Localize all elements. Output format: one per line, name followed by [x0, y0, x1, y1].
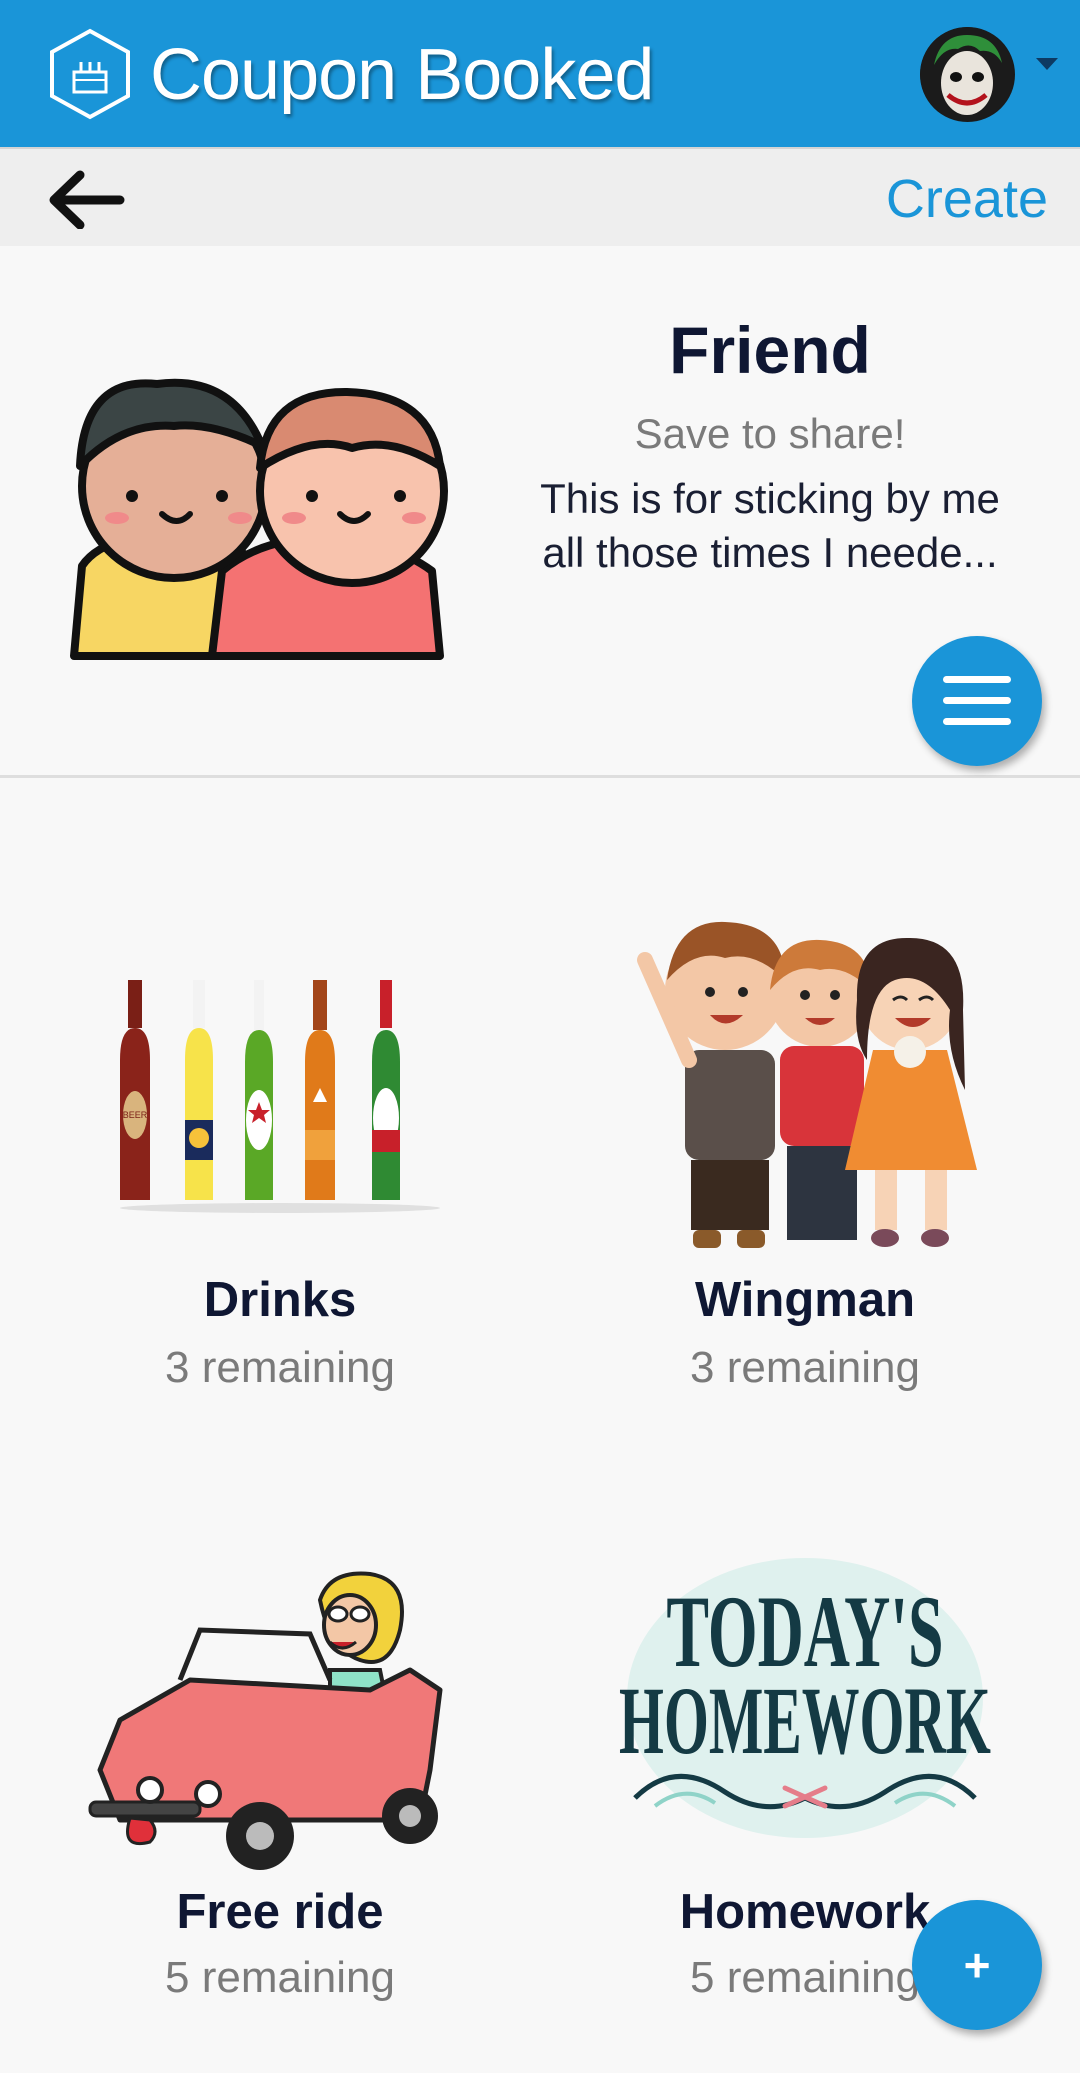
app-title: Coupon Booked: [150, 35, 654, 115]
add-coupon-button[interactable]: +: [912, 1900, 1042, 2030]
three-friends-image: [637, 921, 977, 1248]
book-subtitle: Save to share!: [634, 410, 906, 457]
create-button[interactable]: Create: [886, 167, 1048, 231]
pink-car-image: [88, 1571, 443, 1870]
caret-down-icon[interactable]: [1036, 58, 1058, 70]
coupon-remaining: 3 remaining: [690, 1343, 920, 1392]
book-description-line: all those times I neede...: [542, 529, 998, 576]
arrow-left-icon[interactable]: [46, 169, 126, 229]
homework-lettering-line2: HOMEWORK: [619, 1668, 991, 1775]
hexagon-cake-icon[interactable]: [48, 28, 132, 120]
book-description: This is for sticking by me all those tim…: [500, 472, 1040, 580]
coupon-card-free-ride[interactable]: Free ride 5 remaining: [10, 1530, 550, 2030]
avatar[interactable]: [920, 27, 1015, 122]
bottle-label: BEER: [123, 1110, 148, 1120]
book-description-line: This is for sticking by me: [540, 475, 1000, 522]
coupon-title: Free ride: [176, 1885, 384, 1939]
hamburger-menu-icon[interactable]: [912, 636, 1042, 766]
beer-bottles-image: BEER: [120, 980, 440, 1213]
toolbar: Create: [0, 147, 1080, 246]
coupon-card-drinks[interactable]: BEER Drinks 3 remaining: [10, 880, 550, 1420]
coupon-card-wingman[interactable]: Wingman 3 remaining: [535, 880, 1075, 1420]
coupon-title: Wingman: [694, 1273, 916, 1327]
coupon-book-card: Friend Save to share! This is for sticki…: [0, 246, 1080, 778]
coupon-title: Drinks: [203, 1273, 357, 1327]
coupon-remaining: 3 remaining: [165, 1343, 395, 1392]
friends-illustration: [70, 378, 448, 660]
coupon-remaining: 5 remaining: [165, 1953, 395, 2002]
joker-avatar-image: [920, 27, 1014, 121]
todays-homework-image: TODAY'S HOMEWORK: [619, 1558, 991, 1838]
book-title: Friend: [669, 313, 871, 387]
app-header: Coupon Booked: [0, 0, 1080, 147]
